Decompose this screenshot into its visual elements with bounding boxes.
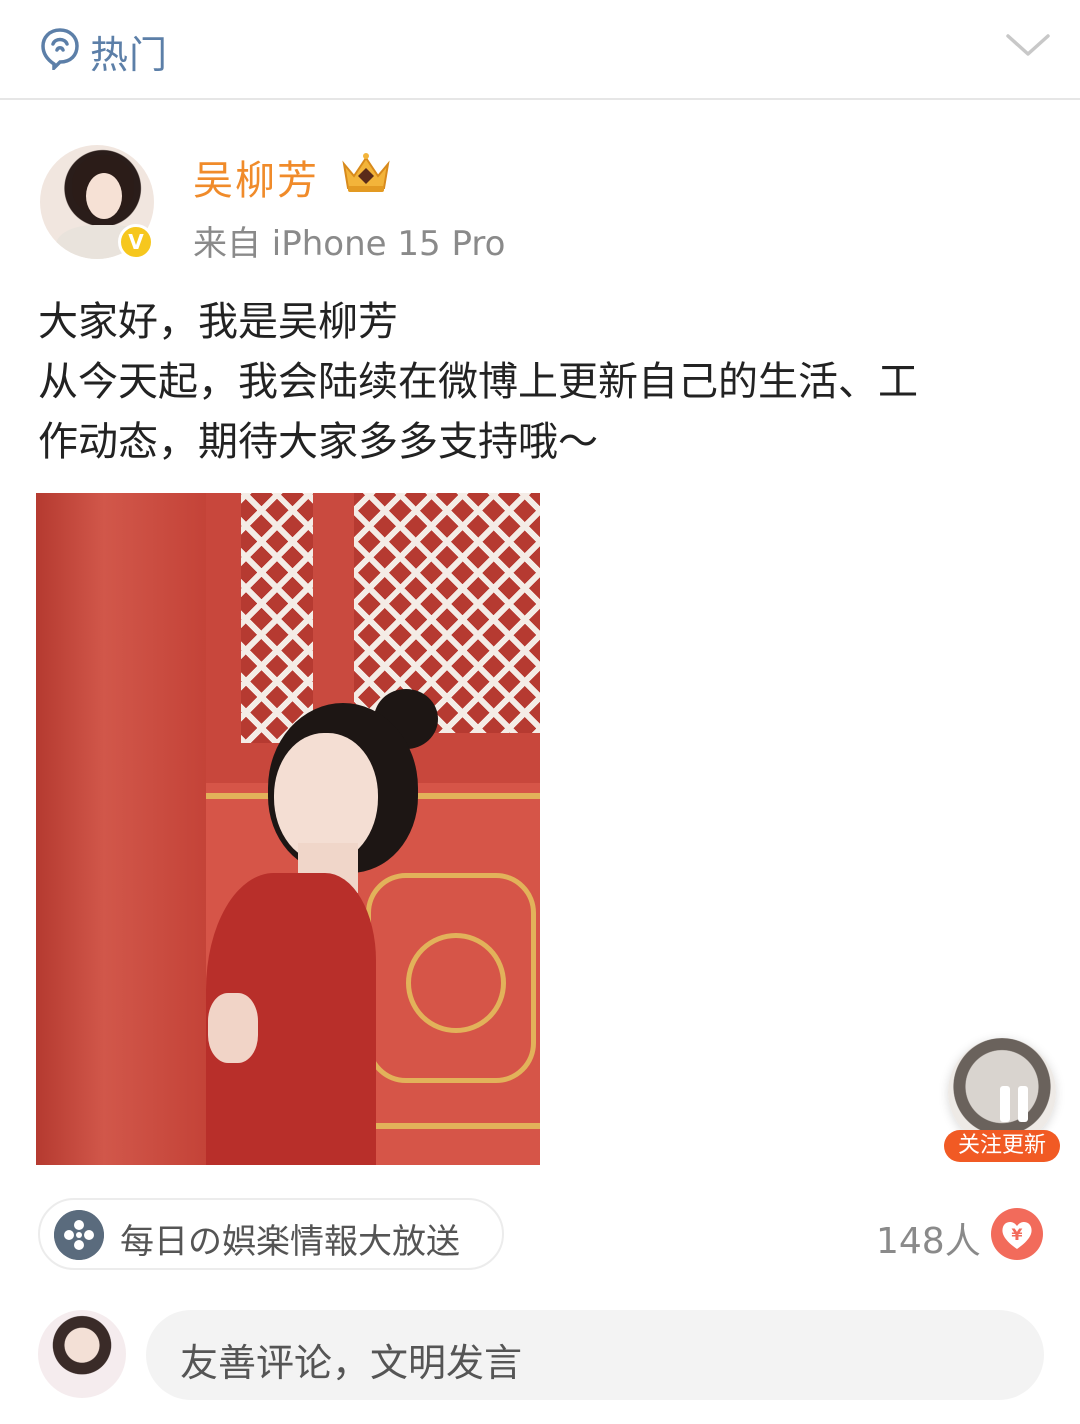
image-lattice-window bbox=[354, 493, 540, 733]
pause-icon[interactable] bbox=[996, 1086, 1032, 1122]
verified-icon: V bbox=[118, 224, 154, 260]
reward-icon[interactable]: ¥ bbox=[990, 1207, 1044, 1261]
comment-input[interactable]: 友善评论，文明发言 bbox=[146, 1310, 1044, 1400]
page-title: 热门 bbox=[90, 33, 169, 77]
follow-update-button[interactable]: 关注更新 bbox=[944, 1130, 1060, 1162]
author-name[interactable]: 吴柳芳 bbox=[193, 148, 319, 206]
crown-icon[interactable] bbox=[338, 150, 394, 196]
comment-placeholder: 友善评论，文明发言 bbox=[180, 1341, 523, 1385]
avatar-face bbox=[86, 173, 122, 219]
post-text-line: 作动态，期待大家多多支持哦～ bbox=[38, 419, 598, 465]
topic-icon bbox=[54, 1210, 104, 1260]
top-bar: 热门 bbox=[0, 0, 1080, 100]
image-gold-ornament bbox=[406, 933, 506, 1033]
follow-update-widget[interactable]: 关注更新 bbox=[936, 1030, 1066, 1164]
post-text-line: 从今天起，我会陆续在微博上更新自己的生活、工 bbox=[38, 359, 918, 405]
reward-symbol: ¥ bbox=[1011, 1225, 1022, 1244]
image-lattice-window bbox=[241, 493, 313, 743]
post-text-line: 大家好，我是吴柳芳 bbox=[38, 299, 398, 345]
image-red-pillar bbox=[36, 493, 206, 1165]
post-image[interactable] bbox=[36, 493, 540, 1165]
current-user-avatar[interactable] bbox=[38, 1310, 126, 1398]
topic-tag[interactable]: 每日の娯楽情報大放送 bbox=[38, 1198, 504, 1270]
hot-topic-icon bbox=[41, 28, 79, 70]
post-text: 大家好，我是吴柳芳 从今天起，我会陆续在微博上更新自己的生活、工 作动态，期待大… bbox=[38, 292, 1048, 472]
chevron-down-icon[interactable] bbox=[1004, 30, 1052, 60]
topic-label[interactable]: 每日の娯楽情報大放送 bbox=[120, 1214, 460, 1263]
reward-count: 148人 bbox=[876, 1221, 981, 1262]
image-hand bbox=[208, 993, 258, 1063]
post-source: 来自 iPhone 15 Pro bbox=[193, 224, 506, 264]
